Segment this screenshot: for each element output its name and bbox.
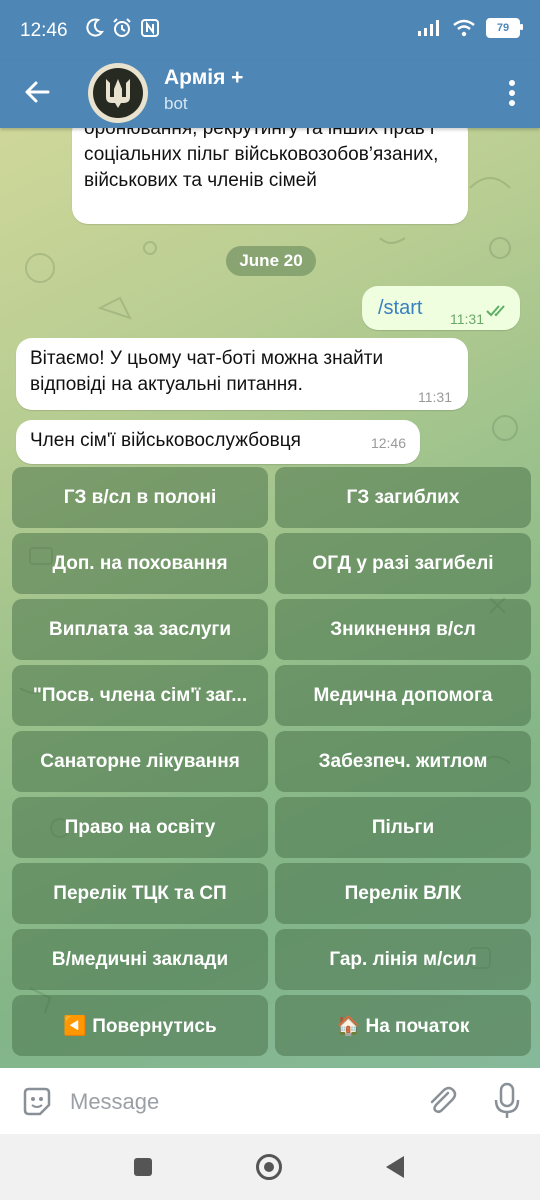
message-time: 11:31 xyxy=(418,389,452,405)
recents-nav-button[interactable] xyxy=(134,1158,152,1176)
chat-area[interactable]: оронювання, рекрутингу та інших прав і с… xyxy=(0,128,540,1068)
keyboard-button[interactable]: Санаторне лікування xyxy=(12,731,268,792)
keyboard-button[interactable]: Право на освіту xyxy=(12,797,268,858)
keyboard-button[interactable]: Виплата за заслуги xyxy=(12,599,268,660)
nfc-icon xyxy=(141,19,159,37)
more-vert-icon[interactable] xyxy=(504,76,520,110)
chat-subtitle: bot xyxy=(164,94,188,113)
status-icons-right: 79 xyxy=(418,18,523,38)
incoming-message[interactable]: Вітаємо! У цьому чат-боті можна знайти в… xyxy=(16,338,468,410)
keyboard-button[interactable]: ОГД у разі загибелі xyxy=(275,533,531,594)
status-icons-left xyxy=(86,18,160,38)
keyboard-button[interactable]: Пільги xyxy=(275,797,531,858)
message-time: 11:31 xyxy=(450,311,484,327)
trident-emblem-icon xyxy=(106,79,130,108)
keyboard-button[interactable]: "Посв. члена сім'ї заг... xyxy=(12,665,268,726)
sticker-icon[interactable] xyxy=(20,1085,54,1119)
incoming-message[interactable]: Член сім'ї військовослужбовця 12:46 xyxy=(16,420,420,464)
keyboard-button[interactable]: Зникнення в/сл xyxy=(275,599,531,660)
moon-icon xyxy=(86,18,104,37)
command-link[interactable]: /start xyxy=(378,295,422,321)
chat-title[interactable]: Армія + xyxy=(164,66,243,90)
back-keyboard-button[interactable]: ◀️ Повернутись xyxy=(12,995,268,1056)
status-time: 12:46 xyxy=(20,20,68,41)
message-text: Член сім'ї військовослужбовця xyxy=(30,430,301,451)
avatar[interactable] xyxy=(88,63,148,123)
message-time: 12:46 xyxy=(370,435,406,451)
message-bubble-cut-off[interactable]: оронювання, рекрутингу та інших прав і с… xyxy=(72,128,468,224)
keyboard-button[interactable]: Перелік ВЛК xyxy=(275,863,531,924)
battery-icon: 79 xyxy=(486,18,523,38)
keyboard-button[interactable]: Доп. на поховання xyxy=(12,533,268,594)
outgoing-message[interactable]: /start 11:31 xyxy=(362,286,520,330)
keyboard-button[interactable]: Гар. лінія м/сил xyxy=(275,929,531,990)
keyboard-button[interactable]: ГЗ загиблих xyxy=(275,467,531,528)
keyboard-button[interactable]: Перелік ТЦК та СП xyxy=(12,863,268,924)
keyboard-button[interactable]: Забезпеч. житлом xyxy=(275,731,531,792)
read-ticks-icon xyxy=(486,305,505,317)
home-nav-button[interactable] xyxy=(256,1154,282,1180)
wifi-icon xyxy=(453,19,475,37)
keyboard-button[interactable]: Медична допомога xyxy=(275,665,531,726)
date-separator: June 20 xyxy=(226,246,316,276)
keyboard-button[interactable]: В/медичні заклади xyxy=(12,929,268,990)
system-nav-bar xyxy=(0,1134,540,1200)
message-composer xyxy=(0,1068,540,1134)
battery-level: 79 xyxy=(496,22,510,34)
message-text: Вітаємо! У цьому чат-боті можна знайти в… xyxy=(30,348,384,395)
home-keyboard-button[interactable]: 🏠 На початок xyxy=(275,995,531,1056)
signal-icon xyxy=(418,20,439,36)
alarm-icon xyxy=(113,18,131,37)
message-input[interactable] xyxy=(68,1084,402,1120)
chat-header: Армія + bot xyxy=(0,60,540,128)
mic-icon[interactable] xyxy=(492,1082,522,1120)
back-arrow-icon[interactable] xyxy=(20,74,56,110)
message-text: оронювання, рекрутингу та інших прав і с… xyxy=(84,128,439,191)
back-nav-button[interactable] xyxy=(386,1156,404,1178)
keyboard-button[interactable]: ГЗ в/сл в полоні xyxy=(12,467,268,528)
status-bar: 12:46 79 xyxy=(0,0,540,60)
paperclip-icon[interactable] xyxy=(424,1083,460,1119)
avatar-emblem xyxy=(93,68,143,118)
